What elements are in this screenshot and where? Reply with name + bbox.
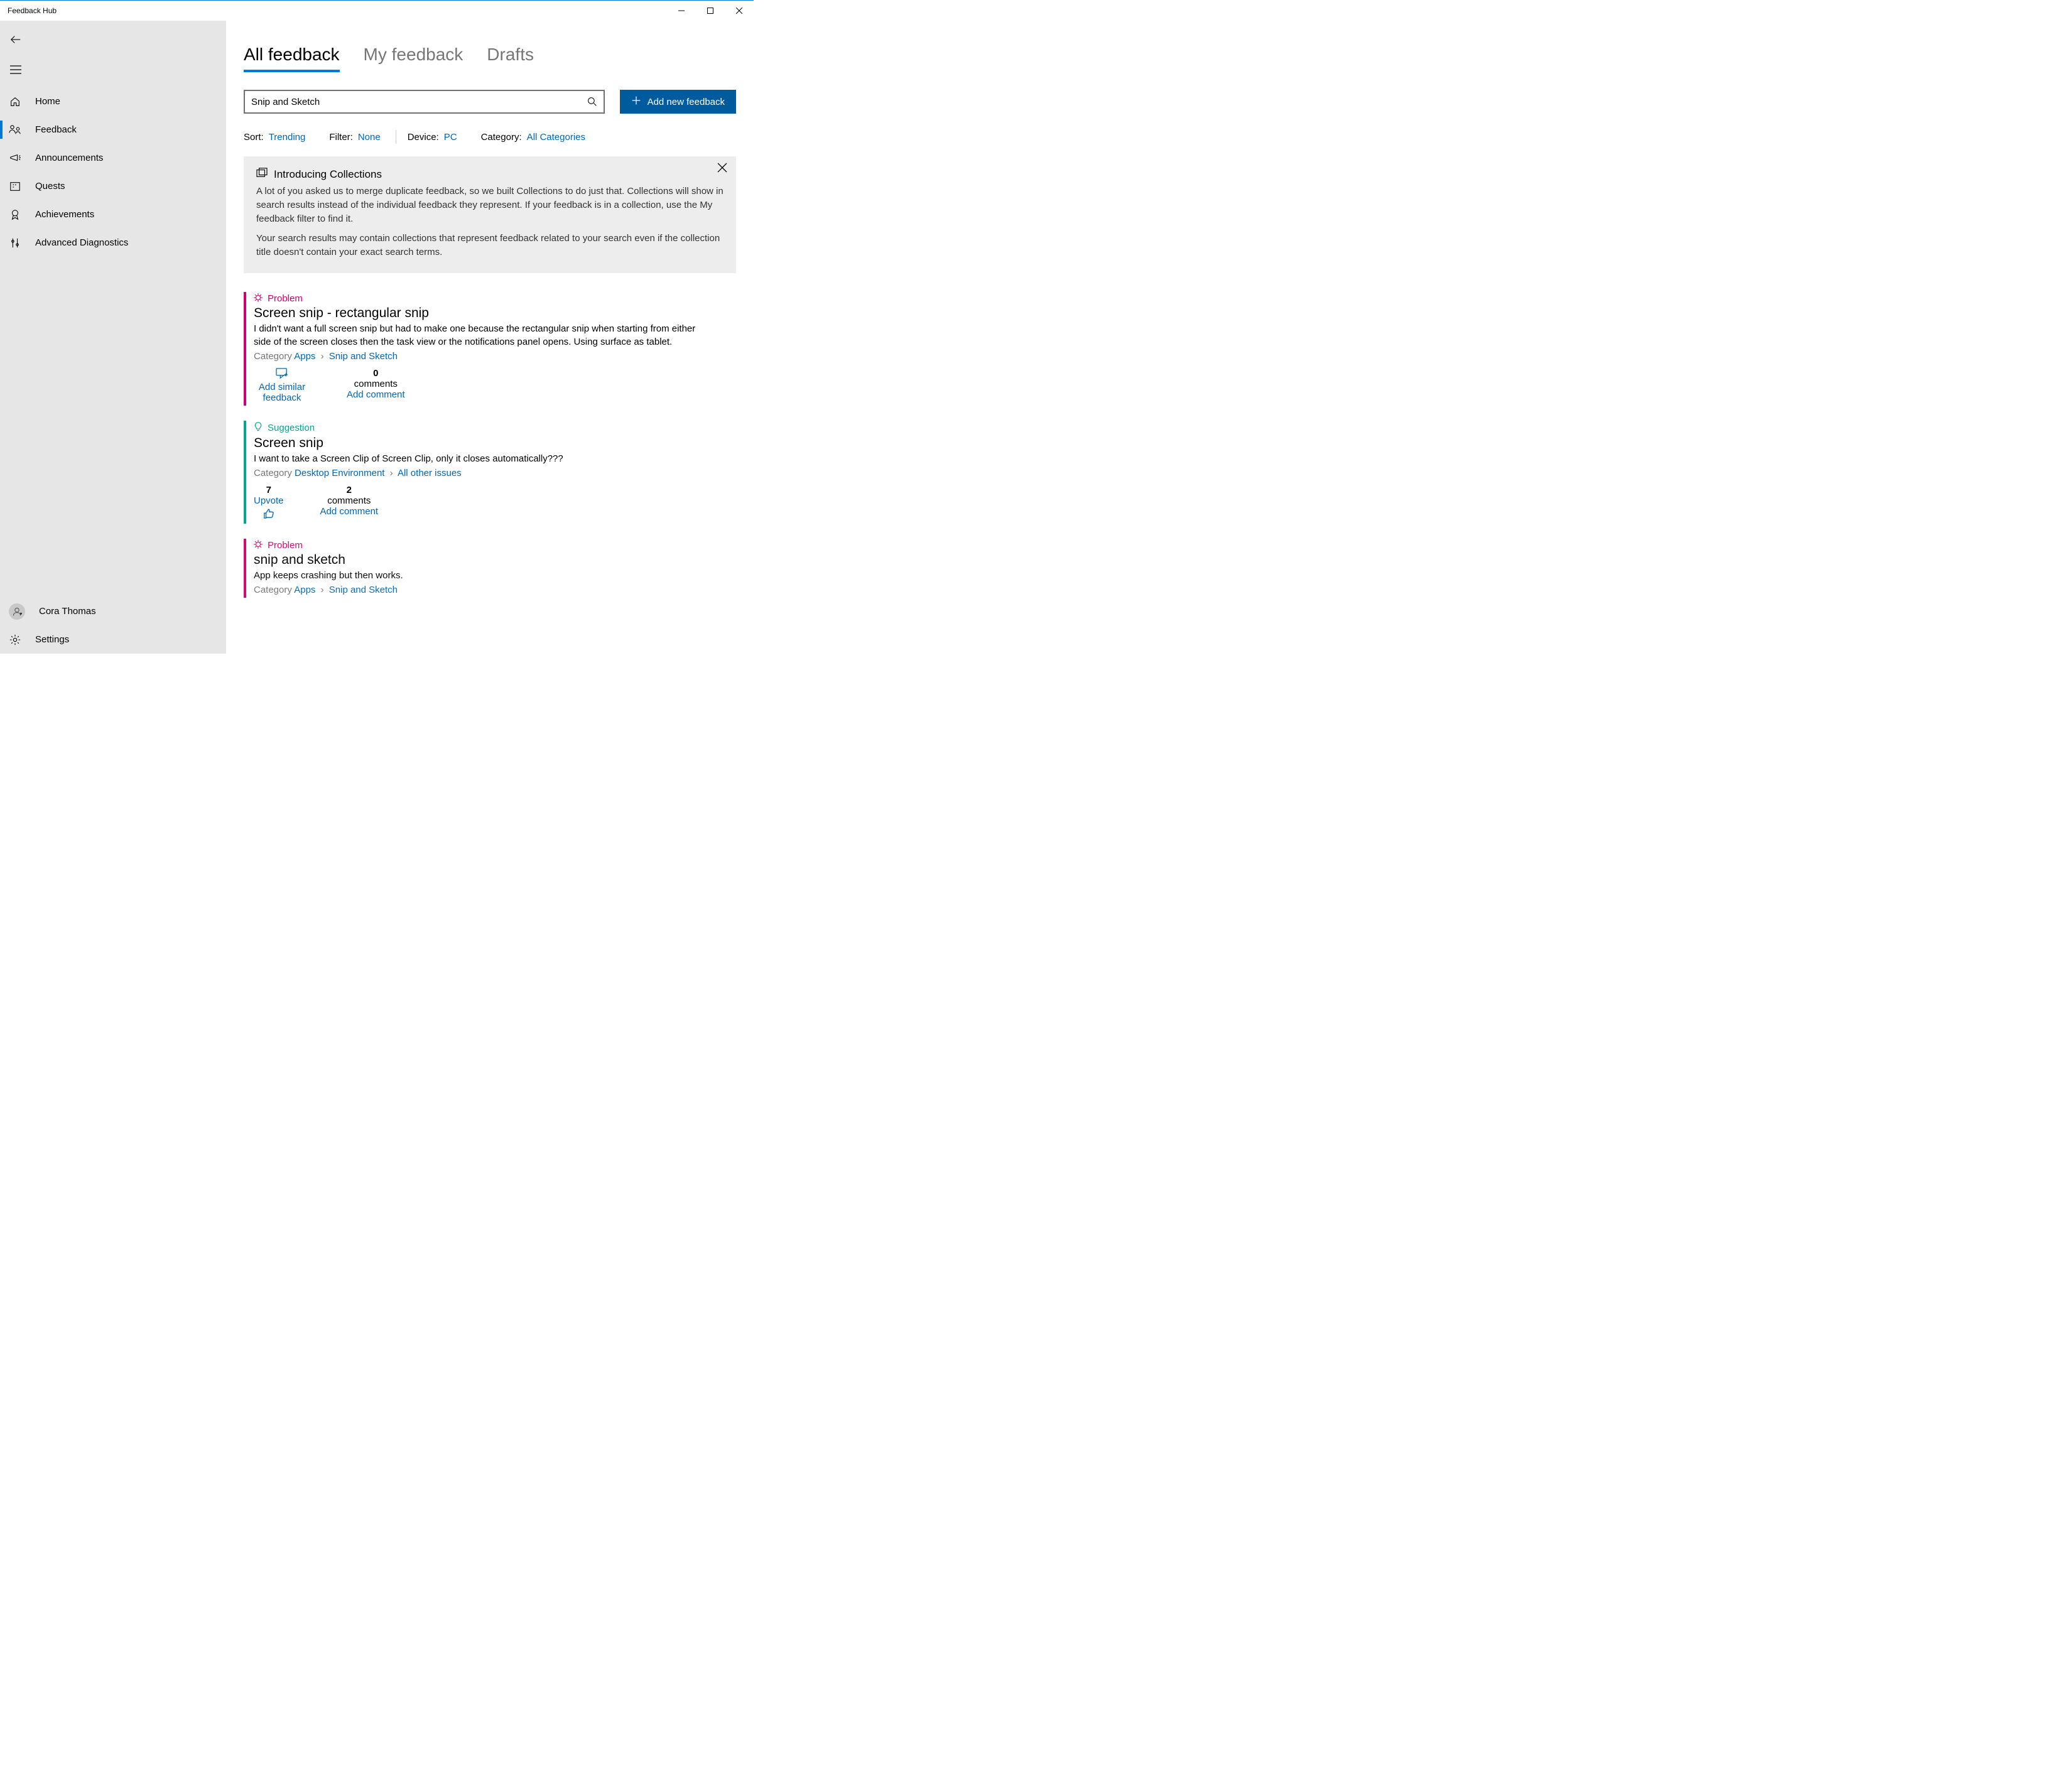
nav-label: Achievements [35, 209, 94, 220]
nav-account[interactable]: Cora Thomas [0, 597, 226, 625]
home-icon [9, 96, 21, 107]
nav-quests[interactable]: Quests [0, 172, 226, 200]
feedback-type-label: Suggestion [268, 423, 315, 433]
add-similar-icon [276, 368, 288, 382]
feedback-title[interactable]: Screen snip [254, 436, 736, 451]
tab-my-feedback[interactable]: My feedback [364, 45, 463, 72]
banner-close-button[interactable] [717, 163, 727, 176]
feedback-title[interactable]: Screen snip - rectangular snip [254, 306, 736, 321]
add-button-label: Add new feedback [648, 97, 725, 107]
category-link[interactable]: Snip and Sketch [329, 585, 398, 595]
tab-drafts[interactable]: Drafts [487, 45, 534, 72]
comments-label: comments [327, 495, 371, 506]
sort-value[interactable]: Trending [269, 132, 306, 143]
nav-feedback[interactable]: Feedback [0, 116, 226, 144]
nav-label: Settings [35, 634, 69, 645]
bug-icon [254, 293, 263, 305]
feedback-card: Problem snip and sketch App keeps crashi… [244, 539, 736, 598]
breadcrumb-separator: › [390, 468, 393, 478]
back-button[interactable] [0, 24, 226, 55]
category-link[interactable]: Desktop Environment [295, 468, 384, 478]
search-box[interactable] [244, 90, 605, 114]
sort-label: Sort: [244, 132, 264, 143]
diagnostics-icon [9, 237, 21, 249]
nav-label: Advanced Diagnostics [35, 237, 128, 248]
category-label: Category [254, 468, 292, 478]
breadcrumb-separator: › [321, 351, 324, 362]
comments-count: 2 [347, 485, 352, 495]
search-icon[interactable] [586, 97, 599, 107]
info-banner: Introducing Collections A lot of you ask… [244, 156, 736, 273]
upvote-link[interactable]: Upvote [254, 495, 284, 506]
hamburger-button[interactable] [0, 55, 226, 85]
feedback-type-label: Problem [268, 293, 303, 304]
feedback-description: I didn't want a full screen snip but had… [254, 322, 736, 348]
add-comment-link[interactable]: Add comment [347, 389, 405, 400]
avatar-icon [9, 603, 25, 620]
device-value[interactable]: PC [444, 132, 457, 143]
megaphone-icon [9, 153, 21, 164]
category-link[interactable]: Snip and Sketch [329, 351, 398, 362]
category-label: Category: [481, 132, 522, 143]
gear-icon [9, 634, 21, 645]
filter-label: Filter: [329, 132, 353, 143]
bug-icon [254, 540, 263, 551]
nav-settings[interactable]: Settings [0, 625, 226, 654]
feedback-card: Suggestion Screen snip I want to take a … [244, 421, 736, 524]
add-similar-link[interactable]: Add similar feedback [254, 382, 310, 403]
minimize-button[interactable] [667, 1, 696, 21]
nav-achievements[interactable]: Achievements [0, 200, 226, 229]
search-input[interactable] [251, 97, 586, 107]
banner-title: Introducing Collections [274, 168, 382, 181]
feedback-icon [9, 124, 21, 136]
nav-advanced-diagnostics[interactable]: Advanced Diagnostics [0, 229, 226, 257]
feedback-card: Problem Screen snip - rectangular snip I… [244, 292, 736, 406]
filter-value[interactable]: None [358, 132, 381, 143]
window-title: Feedback Hub [8, 6, 57, 15]
category-link[interactable]: Apps [294, 585, 315, 595]
nav-announcements[interactable]: Announcements [0, 144, 226, 172]
ribbon-icon [9, 209, 21, 220]
nav-label: Feedback [35, 124, 77, 135]
device-label: Device: [408, 132, 439, 143]
map-icon [9, 181, 21, 192]
close-button[interactable] [725, 1, 754, 21]
sidebar: Home Feedback Announcements Quests [0, 21, 226, 654]
feedback-description: App keeps crashing but then works. [254, 569, 736, 582]
upvote-count: 7 [266, 485, 271, 495]
plus-icon [631, 95, 641, 108]
nav-label: Announcements [35, 153, 103, 163]
comments-count: 0 [373, 368, 378, 379]
tab-all-feedback[interactable]: All feedback [244, 45, 340, 72]
banner-paragraph: A lot of you asked us to merge duplicate… [256, 185, 724, 225]
lightbulb-icon [254, 422, 263, 435]
category-link[interactable]: Apps [294, 351, 315, 362]
banner-paragraph: Your search results may contain collecti… [256, 232, 724, 259]
add-comment-link[interactable]: Add comment [320, 506, 379, 517]
add-new-feedback-button[interactable]: Add new feedback [620, 90, 736, 114]
comments-label: comments [354, 379, 398, 389]
maximize-button[interactable] [696, 1, 725, 21]
category-value[interactable]: All Categories [527, 132, 585, 143]
feedback-type: Suggestion [254, 422, 736, 435]
user-name: Cora Thomas [39, 606, 96, 617]
nav-label: Home [35, 96, 60, 107]
category-label: Category [254, 351, 292, 362]
feedback-type-label: Problem [268, 540, 303, 551]
nav-label: Quests [35, 181, 65, 192]
category-label: Category [254, 585, 292, 595]
category-link[interactable]: All other issues [398, 468, 462, 478]
nav-home[interactable]: Home [0, 87, 226, 116]
breadcrumb-separator: › [321, 585, 324, 595]
feedback-type: Problem [254, 293, 736, 305]
collections-icon [256, 168, 268, 181]
feedback-type: Problem [254, 540, 736, 551]
feedback-title[interactable]: snip and sketch [254, 553, 736, 568]
feedback-description: I want to take a Screen Clip of Screen C… [254, 452, 736, 465]
thumbs-up-icon[interactable] [263, 509, 274, 521]
